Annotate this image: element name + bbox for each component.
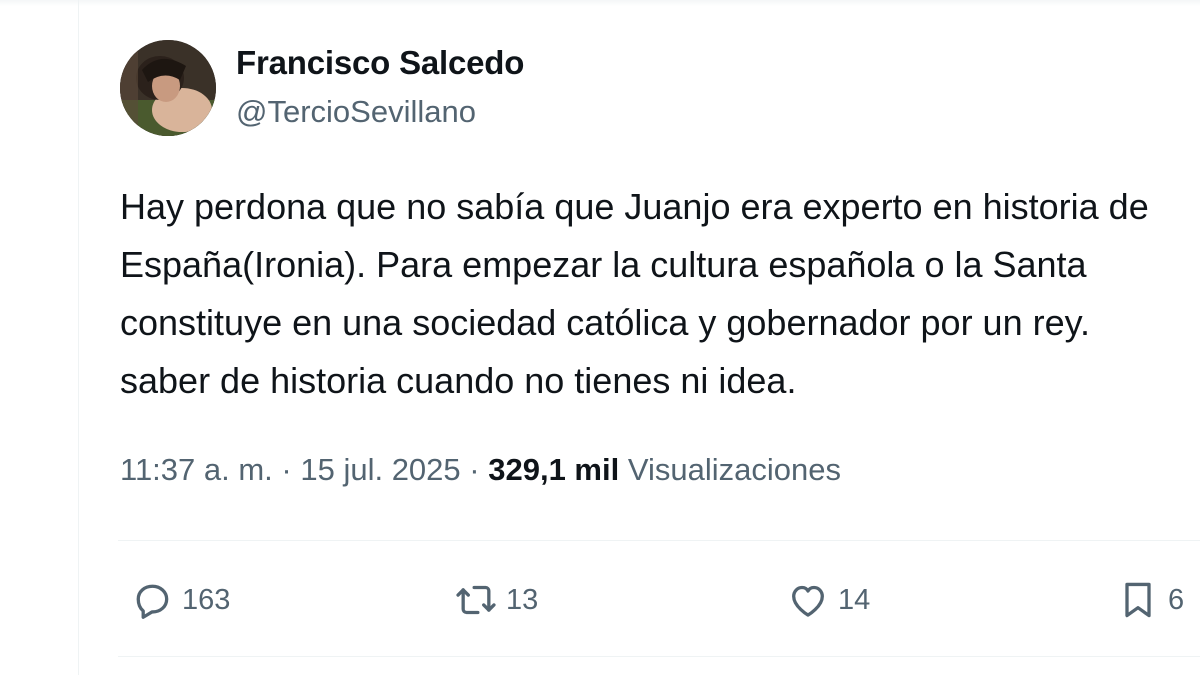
tweet-text-line: constituye en una sociedad católica y go… (120, 302, 1090, 343)
retweet-count: 13 (506, 583, 539, 616)
heart-icon (792, 585, 824, 617)
tweet-text: Hay perdona que no sabía que Juanjo era … (120, 178, 1198, 410)
avatar-image (120, 40, 216, 136)
views-label: Visualizaciones (627, 452, 841, 487)
like-count: 14 (838, 583, 871, 616)
tweet-meta: 11:37 a. m. · 15 jul. 2025 · 329,1 mil V… (120, 452, 841, 488)
reply-icon (136, 584, 169, 619)
retweet-button[interactable]: 13 (454, 578, 538, 622)
tweet-time[interactable]: 11:37 a. m. (120, 452, 273, 487)
bookmark-count: 6 (1168, 583, 1185, 616)
tweet-date[interactable]: 15 jul. 2025 (300, 452, 460, 487)
column-border (78, 0, 79, 675)
tweet-text-line: Hay perdona que no sabía que Juanjo era … (120, 186, 1149, 227)
author-name[interactable]: Francisco Salcedo (236, 44, 524, 82)
reply-count: 163 (182, 583, 231, 616)
author-handle[interactable]: @TercioSevillano (236, 94, 476, 130)
views-count: 329,1 mil (488, 452, 620, 487)
bookmark-button[interactable]: 6 (1116, 578, 1184, 622)
tweet-text-line: saber de historia cuando no tienes ni id… (120, 360, 797, 401)
divider (118, 540, 1200, 541)
meta-separator: · (460, 452, 489, 487)
retweet-icon (456, 585, 496, 615)
meta-separator: · (272, 452, 301, 487)
avatar[interactable] (120, 40, 216, 136)
reply-button[interactable]: 163 (130, 578, 230, 622)
tweet-text-line: España(Ironia). Para empezar la cultura … (120, 244, 1087, 285)
divider (118, 656, 1200, 657)
bookmark-icon (1125, 582, 1151, 618)
like-button[interactable]: 14 (786, 578, 870, 622)
tweet-card: Francisco Salcedo @TercioSevillano Hay p… (118, 0, 1200, 675)
